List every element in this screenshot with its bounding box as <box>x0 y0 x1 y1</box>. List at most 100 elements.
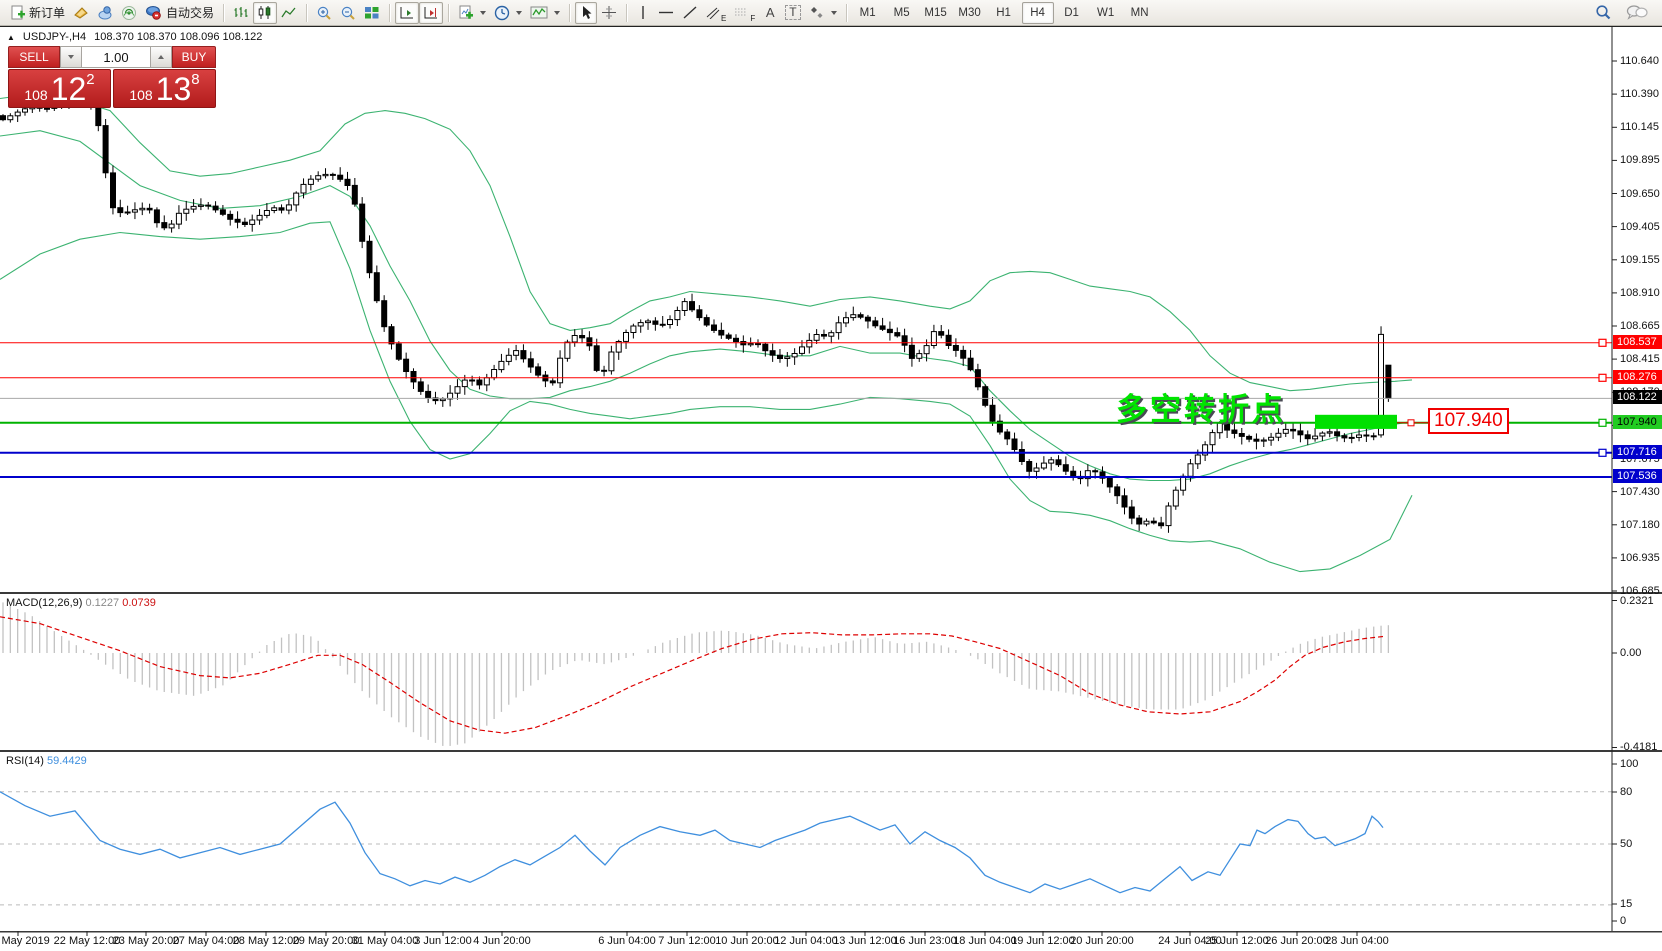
toolbar-separator <box>448 4 449 22</box>
price-tick-label: 108.415 <box>1620 353 1662 365</box>
rsi-tick-label: 50 <box>1620 838 1662 850</box>
timeframe-button-MN[interactable]: MN <box>1124 2 1156 24</box>
price-tick-label: 107.430 <box>1620 486 1662 498</box>
candle-body <box>572 336 577 343</box>
timeframe-button-D1[interactable]: D1 <box>1056 2 1088 24</box>
arrows-button[interactable] <box>805 2 841 24</box>
time-axis-label: 13 Jun 12:00 <box>833 935 897 947</box>
candlestick-chart-button[interactable] <box>253 2 277 24</box>
bar-chart-button[interactable] <box>229 2 253 24</box>
timeframe-button-M5[interactable]: M5 <box>886 2 918 24</box>
candle-body <box>653 321 658 324</box>
price-level-label[interactable]: 108.276 <box>1613 370 1662 384</box>
level-marker[interactable] <box>1599 374 1606 381</box>
crosshair-icon <box>601 5 617 20</box>
fibonacci-button[interactable]: F <box>730 2 759 24</box>
candle-body <box>778 355 783 358</box>
timeframe-button-M30[interactable]: M30 <box>954 2 986 24</box>
chart-shift-button[interactable] <box>419 2 443 24</box>
rsi-pane[interactable] <box>0 792 1612 905</box>
price-callout-label[interactable]: 107.940 <box>1428 408 1509 434</box>
pane-separator[interactable] <box>0 750 1662 752</box>
candle-body <box>946 335 951 345</box>
candle-body <box>800 347 805 354</box>
chat-icon[interactable] <box>1626 4 1648 21</box>
candle-body <box>191 206 196 209</box>
new-order-button[interactable]: 新订单 <box>6 2 69 24</box>
sell-price-tile[interactable]: 108 12 2 <box>8 69 111 108</box>
candle-body <box>814 335 819 341</box>
new-chart-button[interactable] <box>454 2 490 24</box>
timeframe-button-M1[interactable]: M1 <box>852 2 884 24</box>
candle-body <box>132 210 137 212</box>
candlestick-chart-icon <box>257 5 273 20</box>
candle-body <box>917 354 922 359</box>
candle-body <box>624 333 629 342</box>
channel-button[interactable]: E <box>702 2 730 24</box>
chart-canvas[interactable] <box>0 27 1662 941</box>
chart-text-annotation[interactable]: 多空转折点 <box>1116 384 1286 429</box>
signal-button[interactable] <box>117 2 141 24</box>
price-level-label[interactable]: 107.536 <box>1613 469 1662 483</box>
vertical-line-button[interactable] <box>632 2 654 24</box>
ticket-button[interactable] <box>69 2 93 24</box>
candle-body <box>1005 432 1010 439</box>
level-marker[interactable] <box>1599 339 1606 346</box>
price-level-label[interactable]: 107.716 <box>1613 445 1662 459</box>
indicators-button[interactable] <box>526 2 564 24</box>
volume-decrease-button[interactable] <box>60 46 82 68</box>
zoom-in-button[interactable] <box>312 2 336 24</box>
auto-scroll-button[interactable] <box>395 2 419 24</box>
collapse-arrow-icon[interactable]: ▲ <box>7 32 15 43</box>
volume-increase-button[interactable] <box>150 46 172 68</box>
accounts-button[interactable] <box>93 2 117 24</box>
text-label-button[interactable]: T <box>781 2 804 24</box>
horizontal-line-button[interactable] <box>654 2 678 24</box>
macd-name: MACD(12,26,9) <box>6 597 82 609</box>
cursor-button[interactable] <box>575 2 597 24</box>
price-level-label[interactable]: 108.122 <box>1613 390 1662 404</box>
candle-body <box>1041 463 1046 468</box>
callout-anchor[interactable] <box>1408 420 1414 426</box>
rsi-name: RSI(14) <box>6 755 44 767</box>
one-click-trade-panel: SELL BUY 108 12 2 108 13 8 <box>8 46 216 108</box>
profiles-button[interactable] <box>490 2 526 24</box>
search-icon[interactable] <box>1595 4 1612 21</box>
level-marker[interactable] <box>1599 419 1606 426</box>
buy-price-tile[interactable]: 108 13 8 <box>113 69 216 108</box>
price-level-label[interactable]: 107.940 <box>1613 415 1662 429</box>
line-chart-button[interactable] <box>277 2 301 24</box>
price-level-label[interactable]: 108.537 <box>1613 335 1662 349</box>
buy-button[interactable]: BUY <box>172 46 216 68</box>
timeframe-button-H4[interactable]: H4 <box>1022 2 1054 24</box>
tile-windows-button[interactable] <box>360 2 384 24</box>
chevron-down-icon <box>68 55 74 59</box>
candle-body <box>748 344 753 345</box>
sell-button[interactable]: SELL <box>8 46 60 68</box>
support-zone-rectangle[interactable] <box>1315 415 1397 429</box>
candle-body <box>345 179 350 185</box>
autotrade-button[interactable]: 自动交易 <box>141 2 218 24</box>
chevron-down-icon <box>480 11 486 15</box>
new-order-icon <box>10 5 25 20</box>
volume-input[interactable] <box>82 46 150 68</box>
rsi-indicator-label: RSI(14) 59.4429 <box>6 755 87 767</box>
macd-pane[interactable] <box>0 602 1388 746</box>
candle-body <box>308 179 313 184</box>
timeframe-button-W1[interactable]: W1 <box>1090 2 1122 24</box>
timeframe-button-H1[interactable]: H1 <box>988 2 1020 24</box>
zoom-out-button[interactable] <box>336 2 360 24</box>
crosshair-button[interactable] <box>597 2 621 24</box>
pane-separator[interactable] <box>0 592 1662 594</box>
chevron-down-icon <box>554 11 560 15</box>
candle-body <box>807 340 812 347</box>
macd-indicator-label: MACD(12,26,9) 0.1227 0.0739 <box>6 597 156 609</box>
candle-body <box>631 326 636 333</box>
main-pane[interactable] <box>0 90 1412 572</box>
trendline-button[interactable] <box>678 2 702 24</box>
text-button[interactable]: A <box>759 2 781 24</box>
channel-icon <box>706 6 720 19</box>
level-marker[interactable] <box>1599 449 1606 456</box>
timeframe-button-M15[interactable]: M15 <box>920 2 952 24</box>
toolbar-separator <box>223 4 224 22</box>
